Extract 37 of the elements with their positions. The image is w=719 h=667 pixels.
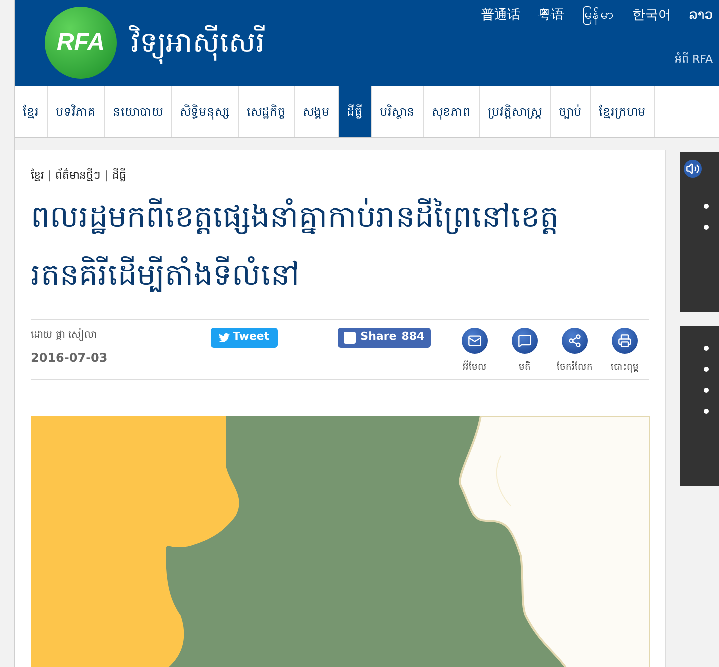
- byline: ដោយ ផ្កា សៀលា: [31, 328, 98, 342]
- breadcrumb-link[interactable]: ដីធ្លី: [112, 168, 126, 184]
- bullet-icon: [704, 367, 709, 372]
- bullet-icon: [704, 388, 709, 393]
- breadcrumb-link[interactable]: ខ្មែរ: [31, 168, 44, 184]
- publish-date: 2016-07-03: [31, 350, 109, 366]
- bullet-icon: [704, 346, 709, 351]
- email-icon: [468, 334, 482, 348]
- comment-button[interactable]: [512, 328, 538, 354]
- share-icon: [568, 334, 582, 348]
- language-link[interactable]: 한국어: [632, 6, 672, 26]
- email-button[interactable]: [462, 328, 488, 354]
- site-name: វិទ្យុអាស៊ីសេរី: [131, 22, 265, 64]
- facebook-share-button[interactable]: Share 884: [338, 328, 431, 348]
- about-link[interactable]: អំពី RFA: [675, 52, 713, 68]
- language-link[interactable]: 粤语: [538, 6, 564, 26]
- language-link[interactable]: မြန်မာ: [582, 6, 614, 26]
- print-button[interactable]: [612, 328, 638, 354]
- bullet-icon: [704, 409, 709, 414]
- nav-tab[interactable]: ដីធ្លី: [339, 86, 372, 137]
- comment-icon: [518, 334, 532, 348]
- language-link[interactable]: ລາວ: [689, 6, 713, 26]
- share-button[interactable]: [562, 328, 588, 354]
- speaker-icon: [684, 160, 702, 178]
- bullet-icon: [704, 204, 709, 209]
- bird-icon: [219, 332, 230, 342]
- breadcrumb-link[interactable]: ព័ត៌មានថ្មីៗ: [56, 168, 101, 184]
- breadcrumb-separator: |: [104, 168, 108, 184]
- tool-label: បោះពុម្ព: [611, 362, 639, 375]
- print-icon: [618, 334, 632, 348]
- tool-label: ចែករំលែក: [557, 362, 593, 374]
- tool-label: អ៊ីមែល: [463, 362, 487, 374]
- article-title: ពលរដ្ឋមកពីខេត្តផ្សេងនាំគ្នាកាប់រានដីព្រៃនៅខេត្តរតនគិរីដើម្បីតាំងទីលំនៅ: [31, 198, 560, 294]
- language-link[interactable]: 普通话: [481, 6, 520, 26]
- tool-label: មតិ: [519, 362, 531, 374]
- bullet-icon: [704, 225, 709, 230]
- breadcrumb-separator: |: [48, 168, 52, 184]
